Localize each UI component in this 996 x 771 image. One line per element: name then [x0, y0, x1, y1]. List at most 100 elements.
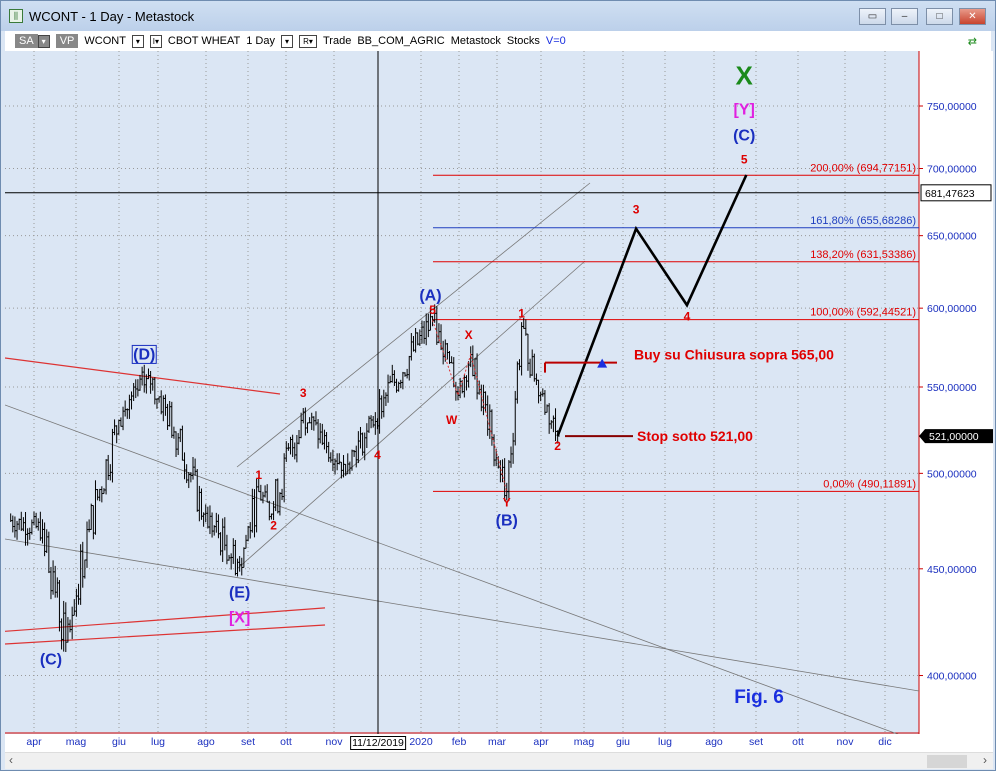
scroll-thumb[interactable] [927, 755, 967, 768]
window-title: WCONT - 1 Day - Metastock [29, 8, 195, 24]
x-tick-label: lug [150, 736, 166, 748]
scroll-left-icon[interactable]: ‹ [9, 753, 13, 767]
crosshair-price: 681,47623 [925, 188, 975, 200]
x-tick-label: lug [657, 736, 673, 748]
toolbar-item-source[interactable]: Metastock [451, 35, 501, 47]
toolbar-item-type[interactable]: Stocks [507, 35, 540, 47]
x-tick-label: ago [197, 736, 215, 748]
last-price: 521,00000 [929, 431, 979, 443]
y-tick-label: 400,00000 [927, 671, 977, 683]
x-tick-label: ott [792, 736, 804, 748]
x-tick-label: ott [280, 736, 292, 748]
channel-line [236, 182, 591, 468]
minimize-button[interactable]: – [891, 8, 918, 25]
title-bar: ⫼ WCONT - 1 Day - Metastock ▭ – □ ✕ [1, 1, 995, 31]
wave-label: 3 [633, 203, 640, 217]
volume-label: V=0 [545, 35, 566, 47]
fib-level-label: 0,00% (490,11891) [823, 478, 916, 490]
period-dropdown[interactable]: ▾ [281, 34, 293, 48]
channel-line [5, 538, 920, 692]
horizontal-scrollbar[interactable]: ‹ › [5, 752, 993, 769]
figure-label: Fig. 6 [734, 687, 784, 708]
x-tick-label: dic [878, 736, 892, 748]
toolbar: SA ▾ VP WCONT ▾ I▾ CBOT WHEAT 1 Day ▾ R▾… [5, 31, 991, 51]
wxy-dashed-line [432, 320, 508, 492]
y-tick-label: 650,00000 [927, 231, 977, 243]
maximize-button[interactable]: □ [926, 8, 953, 25]
y-tick-label: 450,00000 [927, 564, 977, 576]
wave-label: 2 [554, 439, 561, 453]
x-tick-label: 11/12/2019 [350, 736, 406, 750]
sa-dropdown[interactable]: ▾ [37, 34, 50, 48]
trade-arrows-icon[interactable]: ⇄ [968, 35, 977, 48]
scroll-right-icon[interactable]: › [983, 753, 987, 767]
price-bars [10, 304, 560, 653]
wave-label: 3 [300, 386, 307, 400]
y-tick-label: 600,00000 [927, 303, 977, 315]
wave-label: 2 [270, 518, 277, 532]
y-tick-label: 500,00000 [927, 468, 977, 480]
price-chart[interactable]: 400,00000 450,00000 500,00000 550,00000 600,… [5, 51, 993, 734]
x-tick-label: ago [705, 736, 723, 748]
wave-label: [Y] [734, 101, 755, 118]
x-tick-label: giu [111, 736, 127, 748]
stop-annotation: Stop sotto 521,00 [637, 428, 753, 444]
wave-label: 5 [429, 303, 436, 317]
wave-label: 1 [518, 306, 525, 320]
sa-button[interactable]: SA [15, 34, 38, 48]
last-price-box: 521,00000 [919, 429, 993, 444]
r-dropdown[interactable]: R▾ [299, 34, 317, 48]
x-tick-label: feb [451, 736, 467, 748]
symbol-dropdown[interactable]: ▾ [131, 34, 144, 48]
wave-label: (E) [229, 584, 250, 601]
wave-label: X [465, 328, 473, 342]
wave-label: 4 [374, 448, 381, 462]
wave-label: 1 [255, 468, 262, 482]
wave-label: [X] [229, 610, 250, 627]
chart-icon: ⫼ [9, 9, 23, 23]
wave-label: (A) [419, 288, 441, 305]
security-name: CBOT WHEAT [167, 35, 241, 47]
x-tick-label: 2020 [409, 736, 433, 748]
x-tick-label: nov [325, 736, 343, 748]
wave-label: Y [503, 496, 511, 510]
x-tick-label: set [240, 736, 256, 748]
close-button[interactable]: ✕ [959, 8, 986, 25]
r-label: R [303, 36, 309, 46]
y-tick-label: 550,00000 [927, 382, 977, 394]
period-label[interactable]: 1 Day [246, 35, 275, 47]
wave-label: (D) [133, 346, 155, 363]
x-tick-label: giu [615, 736, 631, 748]
buy-annotation: Buy su Chiusura sopra 565,00 [634, 347, 834, 363]
wave-label: (B) [496, 513, 518, 530]
fib-level-label: 161,80% (655,68286) [810, 215, 916, 227]
wave-label: (C) [733, 127, 755, 144]
crosshair-price-box: 681,47623 [920, 184, 992, 202]
fib-level-label: 138,20% (631,53386) [810, 249, 916, 261]
chart-window: ⫼ WCONT - 1 Day - Metastock ▭ – □ ✕ SA ▾… [0, 0, 996, 771]
y-tick-label: 750,00000 [927, 101, 977, 113]
indicator-dropdown[interactable]: I▾ [149, 34, 162, 48]
restore-button[interactable]: ▭ [859, 8, 886, 25]
symbol-label[interactable]: WCONT [84, 35, 126, 47]
fib-level-label: 100,00% (592,44521) [810, 307, 916, 319]
wave-label: 5 [741, 152, 748, 166]
wave-label: X [736, 61, 754, 91]
channel-line [5, 404, 899, 734]
x-tick-label: apr [26, 736, 42, 748]
date-axis: apr mag giu lug ago set ott nov 11/12/2019 2020 fe… [5, 734, 993, 752]
x-tick-label: nov [836, 736, 854, 748]
x-tick-label: set [748, 736, 764, 748]
y-tick-label: 700,00000 [927, 164, 977, 176]
projection-line [556, 174, 748, 437]
x-tick-label: apr [533, 736, 549, 748]
x-tick-label: mag [65, 736, 87, 748]
x-tick-label: mar [487, 736, 507, 748]
vp-button[interactable]: VP [55, 34, 79, 48]
wave-label: (C) [40, 651, 62, 668]
wave-label: 4 [684, 309, 691, 323]
wave-label: W [446, 413, 458, 427]
x-tick-label: mag [573, 736, 595, 748]
toolbar-item-trade[interactable]: Trade [323, 35, 351, 47]
toolbar-item-list[interactable]: BB_COM_AGRIC [357, 35, 444, 47]
